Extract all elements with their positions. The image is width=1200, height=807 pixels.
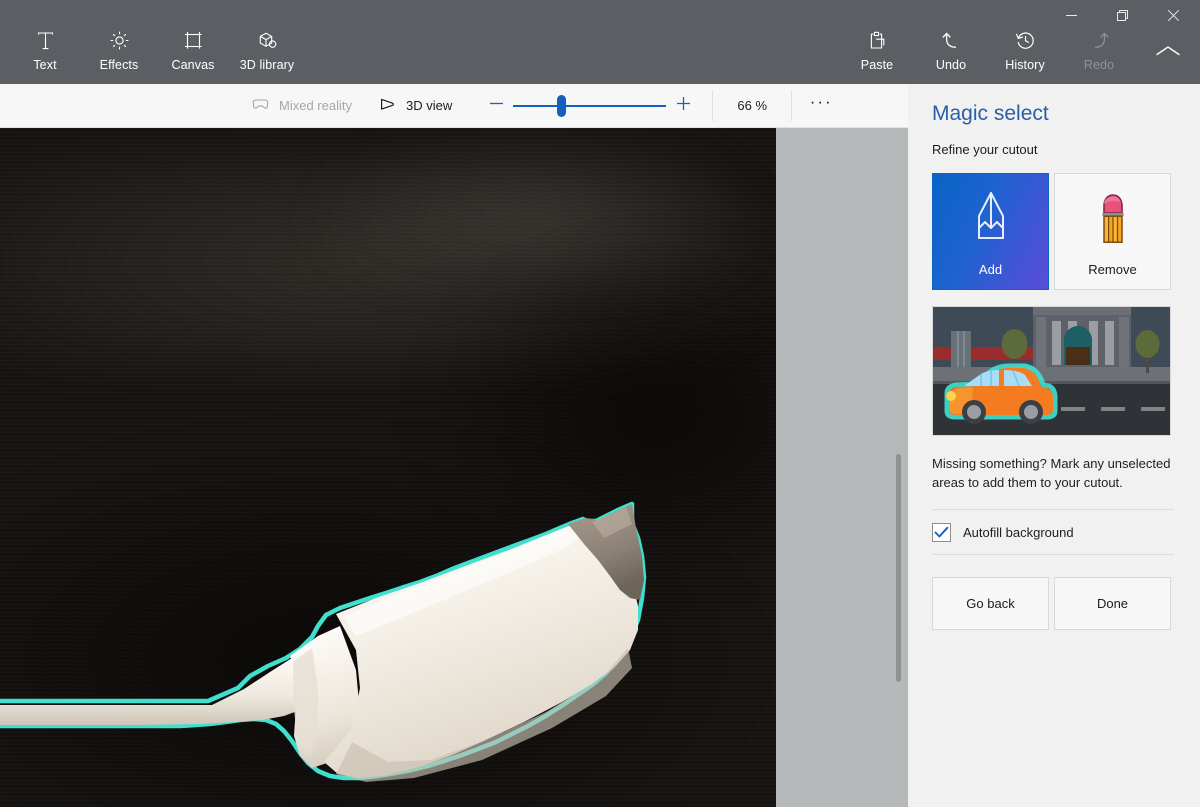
more-options-button[interactable]: ··· xyxy=(792,84,850,127)
paste-icon xyxy=(867,27,888,53)
panel-title: Magic select xyxy=(932,102,1049,125)
autofill-background-checkbox[interactable] xyxy=(932,522,951,542)
add-tool-label: Add xyxy=(978,262,1003,277)
autofill-background-label: Autofill background xyxy=(963,524,1074,540)
magic-select-panel: Magic select Refine your cutout Add Remo… xyxy=(908,84,1200,807)
mixed-reality-button: Mixed reality xyxy=(238,84,365,127)
close-button[interactable] xyxy=(1150,0,1196,30)
remove-tool-button[interactable]: Remove xyxy=(1054,173,1171,290)
toolbar-right-group: Paste Undo History Redo xyxy=(840,24,1136,80)
text-icon xyxy=(35,27,56,53)
add-tool-button[interactable]: Add xyxy=(932,173,1049,290)
3d-view-icon xyxy=(378,95,397,117)
done-button[interactable]: Done xyxy=(1054,577,1171,630)
tool-history[interactable]: History xyxy=(988,24,1062,80)
zoom-controls xyxy=(479,84,700,127)
tool-canvas[interactable]: Canvas xyxy=(156,24,230,80)
panel-action-buttons: Go back Done xyxy=(932,577,1176,630)
tool-paste-label: Paste xyxy=(860,58,894,72)
go-back-button[interactable]: Go back xyxy=(932,577,1049,630)
refine-tools-row: Add Remove xyxy=(932,173,1176,290)
3d-view-button[interactable]: 3D view xyxy=(365,84,465,127)
effects-icon xyxy=(109,27,130,53)
eraser-remove-icon xyxy=(1055,174,1170,262)
tool-undo[interactable]: Undo xyxy=(914,24,988,80)
canvas-image[interactable] xyxy=(0,128,776,807)
panel-subtitle: Refine your cutout xyxy=(932,142,1038,157)
chevron-up-icon xyxy=(1155,43,1181,64)
zoom-in-icon xyxy=(675,95,692,117)
redo-icon xyxy=(1089,27,1110,53)
3d-library-icon xyxy=(257,27,278,53)
canvas-workspace[interactable] xyxy=(0,128,908,807)
mixed-reality-label: Mixed reality xyxy=(279,98,352,113)
panel-hint-text: Missing something? Mark any unselected a… xyxy=(932,456,1171,490)
tool-effects[interactable]: Effects xyxy=(82,24,156,80)
zoom-out-icon xyxy=(488,95,505,117)
zoom-slider-track xyxy=(513,104,667,107)
collapse-ribbon-button[interactable] xyxy=(1142,30,1194,76)
close-icon xyxy=(1167,9,1180,22)
tool-text-label: Text xyxy=(33,58,57,72)
tool-history-label: History xyxy=(1005,58,1045,72)
minimize-icon xyxy=(1065,9,1078,22)
tool-paste[interactable]: Paste xyxy=(840,24,914,80)
title-bar: Text Effects Canvas 3D library Paste Und… xyxy=(0,0,1200,84)
zoom-percentage[interactable]: 66 % xyxy=(713,84,791,127)
3d-view-label: 3D view xyxy=(405,98,453,113)
undo-icon xyxy=(941,27,962,53)
zoom-slider[interactable] xyxy=(513,84,667,128)
panel-divider-bottom xyxy=(932,554,1174,555)
tool-effects-label: Effects xyxy=(99,58,139,72)
canvas-vertical-scrollbar[interactable] xyxy=(896,454,901,682)
tool-undo-label: Undo xyxy=(935,58,967,72)
zoom-out-button[interactable] xyxy=(479,84,513,128)
zoom-slider-thumb[interactable] xyxy=(557,94,567,117)
tool-3d-library-label: 3D library xyxy=(239,58,295,72)
mixed-reality-icon xyxy=(251,95,270,117)
tool-text[interactable]: Text xyxy=(8,24,82,80)
magic-select-example-illustration xyxy=(932,306,1171,436)
autofill-background-row[interactable]: Autofill background xyxy=(932,510,1176,554)
selected-cable-object[interactable] xyxy=(0,128,776,807)
tool-redo: Redo xyxy=(1062,24,1136,80)
toolbar-left-group: Text Effects Canvas 3D library xyxy=(8,24,304,80)
remove-tool-label: Remove xyxy=(1088,262,1137,277)
zoom-in-button[interactable] xyxy=(666,84,700,128)
view-toolbar: Mixed reality 3D view 66 % ··· xyxy=(0,84,930,128)
restore-icon xyxy=(1116,9,1129,22)
tool-canvas-label: Canvas xyxy=(171,58,215,72)
paint3d-window: Text Effects Canvas 3D library Paste Und… xyxy=(0,0,1200,807)
canvas-icon xyxy=(183,27,204,53)
history-icon xyxy=(1015,27,1036,53)
tool-redo-label: Redo xyxy=(1083,58,1115,72)
pencil-add-icon xyxy=(933,174,1048,262)
cable-cord xyxy=(0,658,304,725)
tool-3d-library[interactable]: 3D library xyxy=(230,24,304,80)
